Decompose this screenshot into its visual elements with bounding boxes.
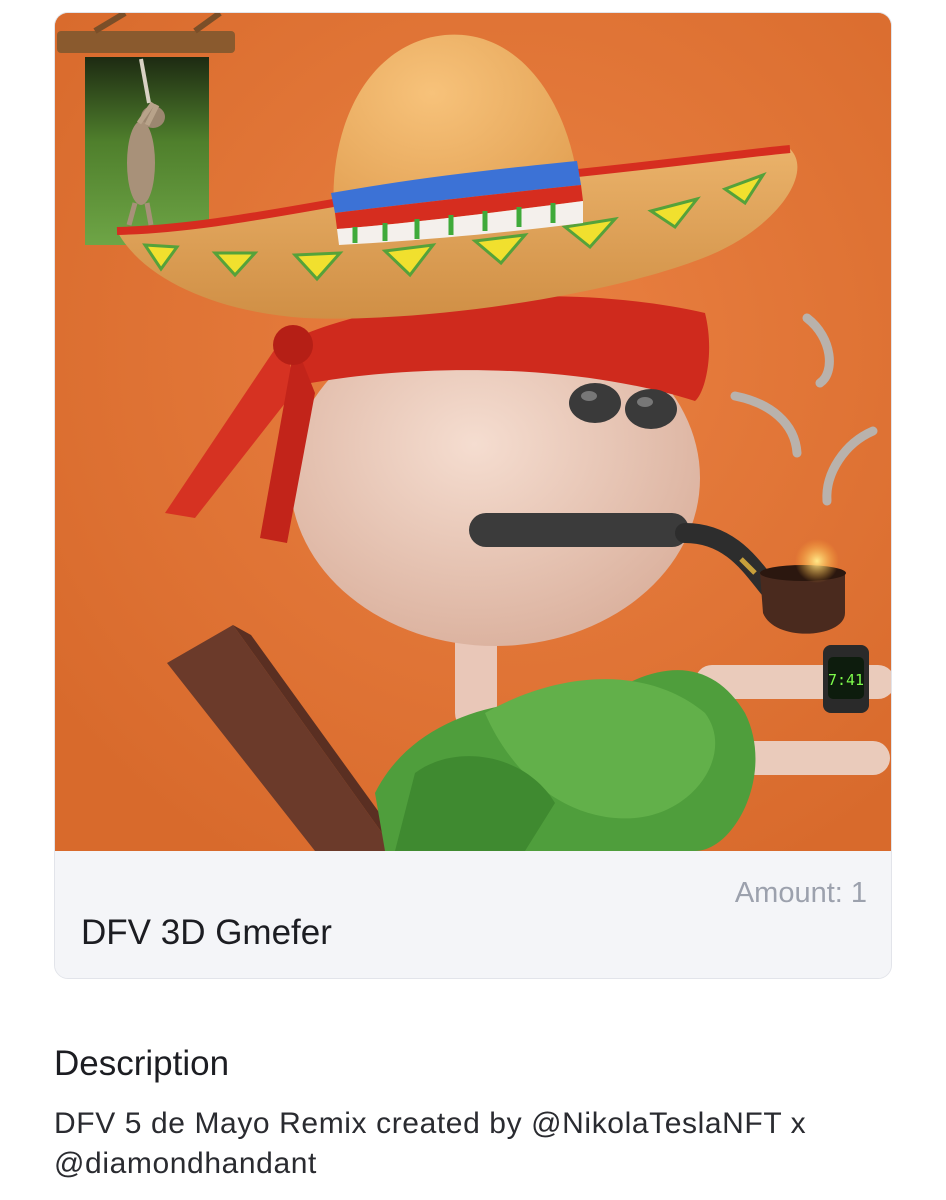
description-text: DFV 5 de Mayo Remix created by @NikolaTe… xyxy=(54,1107,807,1180)
description-heading: Description xyxy=(54,1044,230,1083)
nft-card-footer: Amount: 1 DFV 3D Gmefer xyxy=(55,851,891,978)
kitten-poster xyxy=(85,57,209,245)
watch-time-display: 7:41 xyxy=(828,671,864,689)
nft-artwork[interactable]: 7:41 xyxy=(55,13,891,851)
nft-detail-page: 7:41 Amount: 1 DFV 3D Gmefer Description… xyxy=(0,0,946,1200)
smartwatch: 7:41 xyxy=(823,645,869,713)
nft-title: DFV 3D Gmefer xyxy=(81,913,332,952)
amount-label: Amount: 1 xyxy=(734,877,867,909)
nft-card[interactable]: 7:41 Amount: 1 DFV 3D Gmefer xyxy=(54,12,892,979)
